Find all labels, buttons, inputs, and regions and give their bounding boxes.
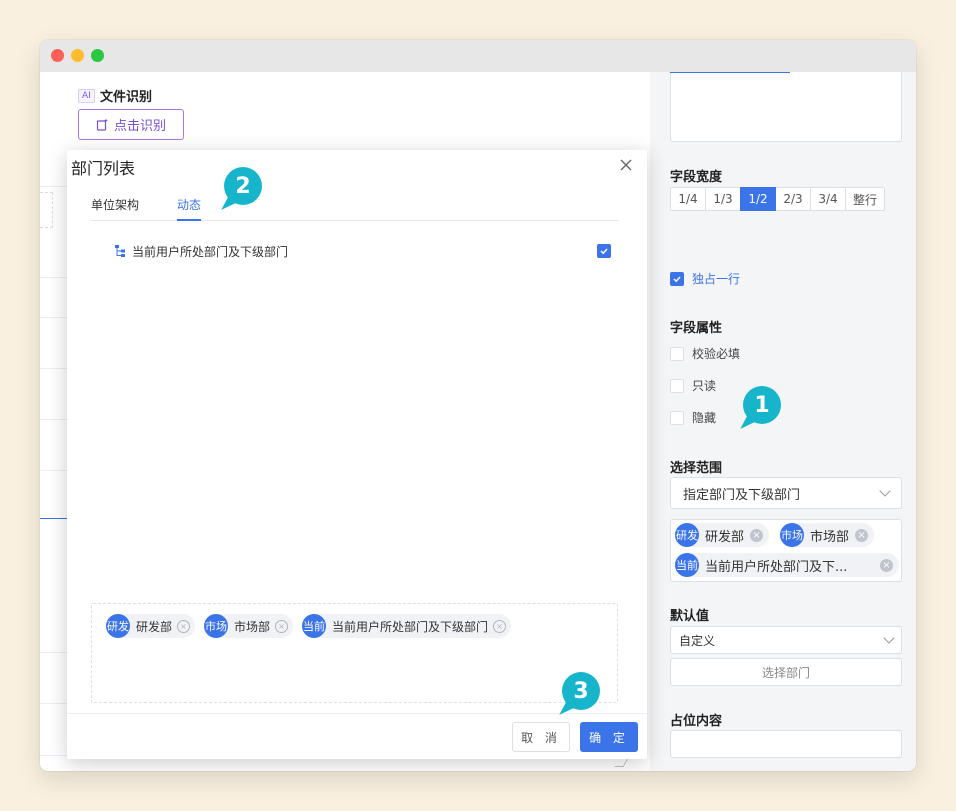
selected-tag-label: 研发部	[136, 619, 173, 634]
dialog-title: 部门列表	[71, 159, 136, 178]
dialog-tabs: 单位架构 动态	[91, 196, 619, 221]
width-option-1-2[interactable]: 1/2	[740, 187, 776, 211]
default-value-text: 自定义	[679, 633, 716, 648]
minimize-window-button[interactable]	[71, 49, 84, 62]
width-option-1-3[interactable]: 1/3	[705, 187, 741, 211]
checkbox-icon	[670, 346, 684, 361]
dept-avatar: 研发	[106, 614, 130, 638]
scope-tag-label: 研发部	[705, 529, 745, 545]
cancel-button[interactable]: 取 消	[512, 722, 570, 752]
width-option-3-4[interactable]: 3/4	[810, 187, 846, 211]
properties-panel: 字段宽度 1/4 1/3 1/2 2/3 3/4 整行 独占一行 字段属性 校验…	[650, 72, 916, 771]
option-label: 当前用户所处部门及下级部门	[132, 244, 289, 259]
readonly-label: 只读	[692, 379, 717, 393]
dept-avatar: 当前	[675, 553, 699, 577]
field-width-segmented: 1/4 1/3 1/2 2/3 3/4 整行	[670, 187, 886, 211]
divider	[40, 755, 68, 756]
divider	[40, 368, 68, 369]
remove-tag-icon[interactable]: ×	[855, 528, 869, 542]
placeholder-input[interactable]	[670, 730, 902, 758]
selected-tag: 研发 研发部 ×	[106, 614, 196, 638]
org-tree-icon	[115, 245, 125, 257]
maximize-window-button[interactable]	[91, 49, 104, 62]
close-window-button[interactable]	[51, 49, 64, 62]
selected-tag: 市场 市场部 ×	[204, 614, 294, 638]
selected-departments-area: 研发 研发部 × 市场 市场部 × 当前 当前用户所处部门及下级部门 ×	[91, 603, 618, 703]
divider	[40, 470, 68, 471]
confirm-button[interactable]: 确 定	[580, 722, 638, 752]
scope-select[interactable]: 指定部门及下级部门	[670, 477, 902, 509]
selected-tag-label: 当前用户所处部门及下级部门	[332, 619, 489, 634]
width-option-2-3[interactable]: 2/3	[775, 187, 811, 211]
scope-tags-box: 研发 研发部 × 市场 市场部 × 当前 当前用户所处部门及下... ×	[670, 519, 902, 582]
checkbox-checked-icon	[670, 271, 684, 286]
divider	[40, 652, 68, 653]
field-props-label: 字段属性	[670, 321, 723, 336]
remove-tag-icon[interactable]: ×	[177, 619, 191, 633]
default-value-label: 默认值	[670, 609, 710, 624]
resize-handle[interactable]	[614, 758, 629, 767]
dept-avatar: 当前	[302, 614, 326, 638]
exclusive-row-checkbox[interactable]: 独占一行	[670, 270, 740, 287]
hidden-checkbox[interactable]: 隐藏	[670, 409, 716, 426]
divider	[40, 186, 68, 187]
ai-badge: AI	[78, 89, 95, 103]
default-value-select[interactable]: 自定义	[670, 626, 902, 654]
selected-tag-label: 市场部	[234, 619, 271, 634]
step-marker-3: 3	[562, 672, 600, 710]
scope-tag-label: 当前用户所处部门及下...	[705, 559, 848, 575]
department-list-dialog: 部门列表 单位架构 动态 当前用户所处部门及下级部门 研发 研发部 × 市场 市…	[67, 150, 647, 759]
step-marker-1: 1	[743, 386, 781, 424]
remove-tag-icon[interactable]: ×	[880, 558, 893, 572]
textarea-focus-line	[670, 72, 790, 73]
checkbox-icon	[670, 410, 684, 425]
exclusive-row-label: 独占一行	[692, 272, 741, 286]
hidden-label: 隐藏	[692, 411, 717, 425]
scope-tag: 研发 研发部 ×	[675, 523, 770, 547]
remove-tag-icon[interactable]: ×	[750, 528, 764, 542]
chevron-down-icon	[879, 485, 891, 497]
option-checkbox[interactable]	[597, 244, 611, 258]
checkbox-icon	[670, 378, 684, 393]
selected-tag: 当前 当前用户所处部门及下级部门 ×	[302, 614, 512, 638]
width-option-full[interactable]: 整行	[845, 187, 886, 211]
divider	[40, 277, 68, 278]
remove-tag-icon[interactable]: ×	[493, 619, 507, 633]
sparkle-upload-icon	[96, 118, 108, 131]
title-bar	[40, 40, 916, 72]
choose-department-button[interactable]: 选择部门	[670, 658, 902, 686]
field-placeholder	[40, 192, 53, 228]
placeholder-label: 占位内容	[670, 714, 723, 729]
divider	[40, 419, 68, 420]
scope-label: 选择范围	[670, 461, 723, 476]
chevron-down-icon	[883, 632, 895, 644]
scope-tag-label: 市场部	[810, 529, 850, 545]
dept-avatar: 市场	[780, 523, 804, 547]
dialog-footer: 取 消 确 定	[67, 713, 647, 759]
description-textarea[interactable]	[670, 72, 902, 142]
step-marker-2: 2	[224, 167, 262, 205]
dynamic-option-row[interactable]: 当前用户所处部门及下级部门	[115, 241, 611, 261]
tab-org-structure[interactable]: 单位架构	[91, 196, 139, 220]
app-window: AI 文件识别 点击识别 字段宽度 1/4 1/3 1/2 2/3 3/4 整行…	[40, 40, 916, 771]
file-recognition-title: 文件识别	[100, 90, 153, 105]
click-recognize-button[interactable]: 点击识别	[78, 109, 184, 140]
scope-tag: 市场 市场部 ×	[780, 523, 875, 547]
remove-tag-icon[interactable]: ×	[275, 619, 289, 633]
required-label: 校验必填	[692, 347, 741, 361]
divider	[40, 317, 68, 318]
tab-dynamic[interactable]: 动态	[177, 196, 202, 221]
click-recognize-label: 点击识别	[113, 119, 166, 134]
readonly-checkbox[interactable]: 只读	[670, 377, 716, 394]
close-icon[interactable]	[619, 158, 633, 172]
required-checkbox[interactable]: 校验必填	[670, 345, 740, 362]
scope-tag: 当前 当前用户所处部门及下... ×	[675, 553, 899, 577]
selected-field-indicator	[40, 518, 68, 519]
divider	[40, 703, 68, 704]
width-option-1-4[interactable]: 1/4	[670, 187, 706, 211]
scope-select-value: 指定部门及下级部门	[683, 487, 801, 503]
dept-avatar: 研发	[675, 523, 699, 547]
dept-avatar: 市场	[204, 614, 228, 638]
field-width-label: 字段宽度	[670, 170, 723, 185]
